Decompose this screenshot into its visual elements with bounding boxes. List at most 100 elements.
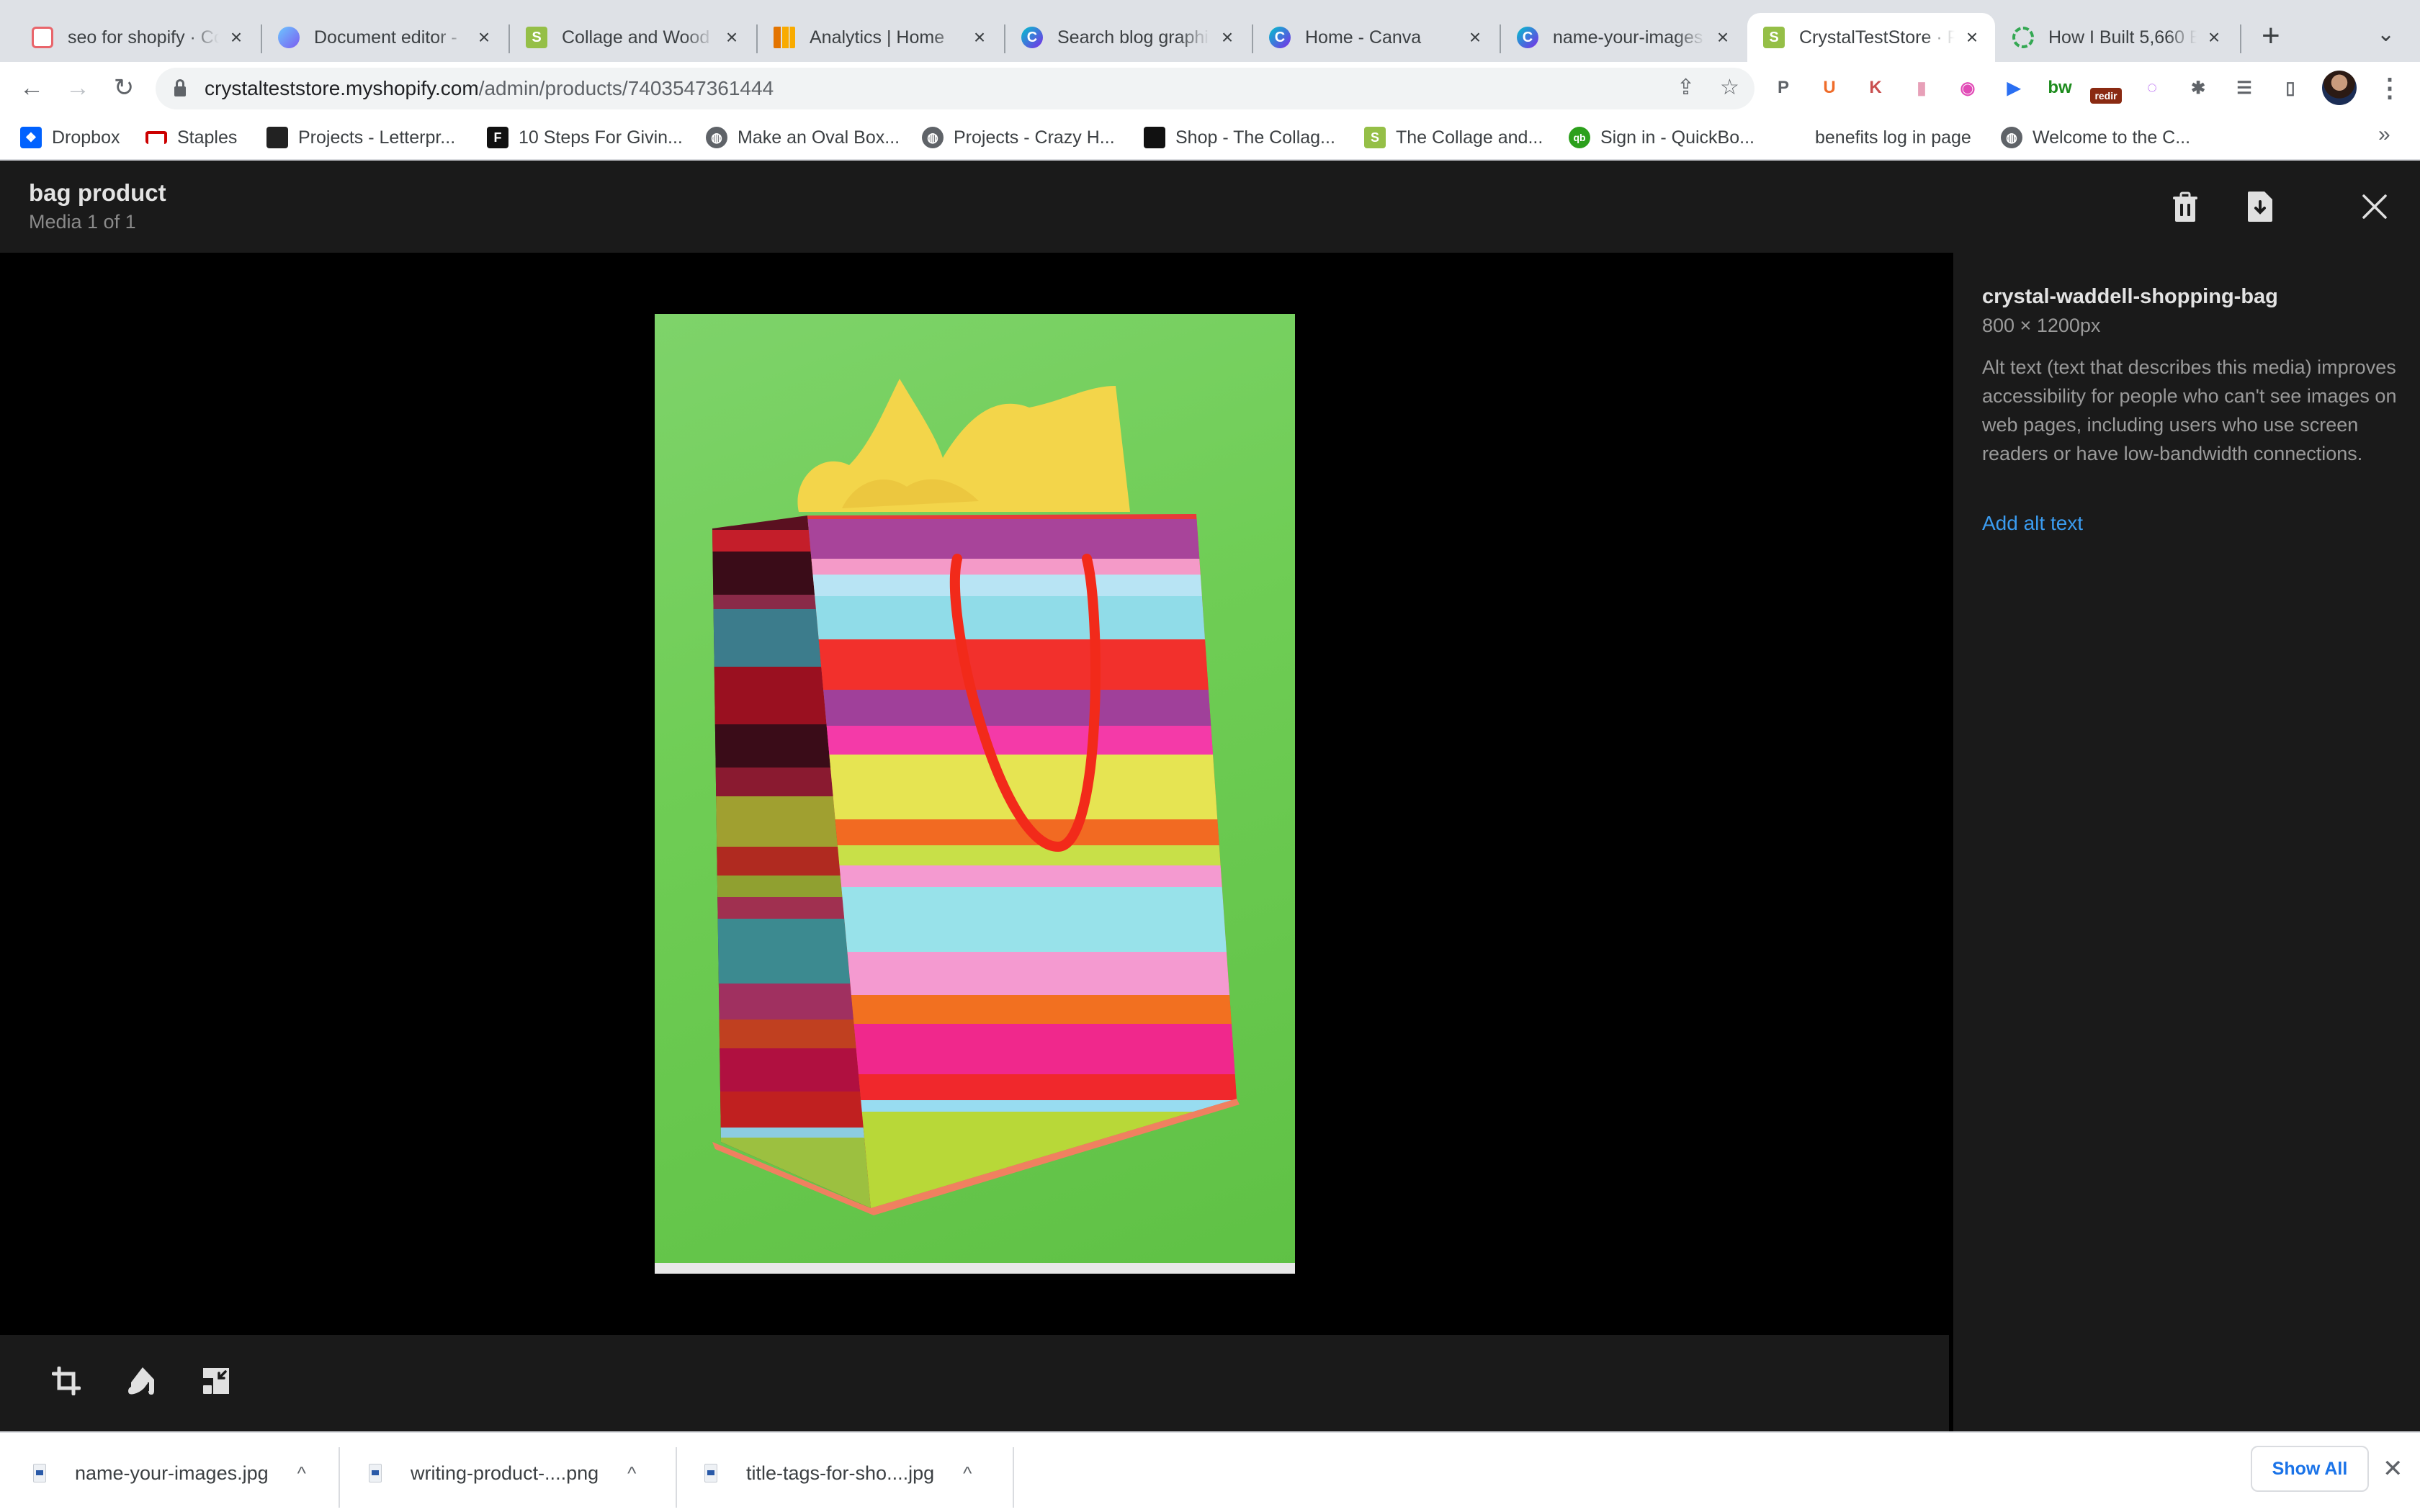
bookmark-item[interactable]: benefits log in page	[1815, 125, 1971, 150]
product-title: bag product	[29, 179, 166, 206]
globe-icon: ◍	[922, 127, 944, 148]
tab-crystalteststore[interactable]: S CrystalTestStore · P ×	[1747, 13, 1995, 62]
side-panel-icon[interactable]: ▯	[2275, 72, 2306, 104]
bookmark-item[interactable]: Projects - Letterpr...	[266, 125, 455, 150]
download-item[interactable]: name-your-images.jpg ^	[33, 1440, 306, 1506]
bookmark-label: Staples	[177, 127, 238, 148]
bookmark-item[interactable]: ◍ Make an Oval Box...	[706, 125, 900, 150]
close-icon	[2362, 194, 2387, 219]
bookmark-label: Shop - The Collag...	[1175, 127, 1335, 148]
arrow-extension-icon[interactable]: ▶	[1998, 72, 2030, 104]
media-control-icon[interactable]: ☰	[2228, 72, 2260, 104]
download-item[interactable]: title-tags-for-sho....jpg ^	[704, 1440, 972, 1506]
bookmark-item[interactable]: Shop - The Collag...	[1144, 125, 1335, 150]
reload-button[interactable]: ↻	[108, 72, 140, 104]
collage-icon	[1144, 127, 1165, 148]
close-tab-icon[interactable]: ×	[969, 26, 990, 49]
tab-home-canva[interactable]: C Home - Canva ×	[1253, 13, 1498, 62]
tab-name-your-images[interactable]: C name-your-images ×	[1501, 13, 1746, 62]
edit-image-button[interactable]	[124, 1364, 158, 1398]
close-tab-icon[interactable]: ×	[474, 26, 494, 49]
bw-extension-icon[interactable]: bw	[2044, 72, 2076, 104]
close-tab-icon[interactable]: ×	[226, 26, 246, 49]
dropbox-icon: ❖	[20, 127, 42, 148]
download-filename: title-tags-for-sho....jpg	[746, 1462, 935, 1484]
tab-title: Home - Canva	[1305, 27, 1422, 48]
url-text[interactable]: crystalteststore.myshopify.com/admin/pro…	[205, 76, 774, 101]
close-tab-icon[interactable]: ×	[1713, 26, 1733, 49]
download-options-caret[interactable]: ^	[297, 1462, 306, 1485]
loading-circle-icon	[2012, 27, 2034, 48]
pinterest-extension-icon[interactable]: P	[1767, 72, 1799, 104]
shopping-bag-illustration	[655, 379, 1295, 1274]
download-item[interactable]: writing-product-....png ^	[369, 1440, 636, 1506]
alt-text-description: Alt text (text that describes this media…	[1982, 356, 2397, 464]
close-tab-icon[interactable]: ×	[1465, 26, 1485, 49]
close-tab-icon[interactable]: ×	[1217, 26, 1237, 49]
bookmarks-bar: ❖ Dropbox Staples Projects - Letterpr... F 10…	[0, 115, 2420, 161]
tab-title: seo for shopify · Co	[68, 27, 219, 48]
new-tab-button[interactable]: +	[2262, 19, 2280, 53]
merlin-extension-icon[interactable]: ◌	[2136, 72, 2168, 104]
media-edit-toolbar	[0, 1335, 1949, 1431]
close-downloads-bar-button[interactable]: ✕	[2383, 1454, 2403, 1483]
bookmark-item[interactable]: ❖ Dropbox	[20, 125, 120, 150]
close-viewer-button[interactable]	[2357, 189, 2392, 224]
show-all-downloads-button[interactable]: Show All	[2251, 1446, 2369, 1492]
bookmark-item[interactable]: ◍ Projects - Crazy H...	[922, 125, 1115, 150]
close-tab-icon[interactable]: ×	[722, 26, 742, 49]
camera-extension-icon[interactable]: ◉	[1952, 72, 1984, 104]
tab-document-editor[interactable]: Document editor - ×	[262, 13, 507, 62]
download-filename: writing-product-....png	[411, 1462, 599, 1484]
bookmark-item[interactable]: ◍ Welcome to the C...	[2001, 125, 2190, 150]
lock-icon[interactable]	[174, 79, 186, 96]
bookmark-label: Projects - Crazy H...	[954, 127, 1115, 148]
download-media-button[interactable]	[2243, 189, 2277, 224]
f-icon: F	[487, 127, 508, 148]
share-icon[interactable]: ⇪	[1677, 75, 1695, 100]
image-file-icon	[704, 1464, 717, 1482]
add-alt-text-link[interactable]: Add alt text	[1982, 512, 2083, 535]
tab-title: Collage and Wood	[562, 27, 710, 48]
bookmark-star-icon[interactable]: ☆	[1720, 75, 1739, 100]
bookmark-item[interactable]: qb Sign in - QuickBo...	[1569, 125, 1754, 150]
bookmark-item[interactable]: S The Collage and...	[1364, 125, 1543, 150]
browser-menu-button[interactable]: ⋮	[2377, 71, 2403, 105]
download-options-caret[interactable]: ^	[963, 1462, 972, 1485]
analytics-doc-icon	[32, 27, 53, 48]
close-tab-icon[interactable]: ×	[2204, 26, 2224, 49]
tab-title: Document editor -	[314, 27, 457, 48]
redirect-extension-icon[interactable]: redir	[2090, 88, 2122, 104]
u-extension-icon[interactable]: U	[1814, 72, 1845, 104]
k-extension-icon[interactable]: K	[1860, 72, 1891, 104]
tab-search-button[interactable]: ⌄	[2377, 22, 2395, 47]
crop-button[interactable]	[49, 1364, 84, 1398]
bookmark-item[interactable]: Staples	[145, 125, 237, 150]
tab-how-i-built[interactable]: How I Built 5,660 B ×	[1996, 13, 2237, 62]
chart-extension-icon[interactable]: ▮	[1906, 72, 1937, 104]
tab-search-blog-graphics[interactable]: C Search blog graphi ×	[1005, 13, 1250, 62]
product-image	[655, 314, 1295, 1274]
delete-media-button[interactable]	[2168, 189, 2202, 224]
media-stage	[0, 253, 1952, 1335]
close-tab-icon[interactable]: ×	[1962, 26, 1982, 49]
profile-avatar[interactable]	[2322, 71, 2357, 105]
tab-analytics-home[interactable]: Analytics | Home ×	[758, 13, 1003, 62]
download-options-caret[interactable]: ^	[627, 1462, 636, 1485]
globe-icon: ◍	[2001, 127, 2022, 148]
puzzle-extensions-icon[interactable]: ✱	[2182, 72, 2214, 104]
bookmarks-overflow-button[interactable]: »	[2378, 122, 2390, 147]
tab-seo-for-shopify[interactable]: seo for shopify · Co ×	[16, 13, 259, 62]
tab-divider	[2240, 24, 2241, 53]
back-button[interactable]: ←	[16, 72, 48, 104]
forward-button[interactable]: →	[62, 72, 94, 104]
download-divider	[339, 1447, 340, 1508]
google-analytics-icon	[774, 27, 795, 48]
address-bar[interactable]: crystalteststore.myshopify.com/admin/pro…	[156, 68, 1754, 109]
resize-image-button[interactable]	[199, 1364, 233, 1398]
shopify-icon: S	[1763, 27, 1785, 48]
bookmark-label: Welcome to the C...	[2033, 127, 2191, 148]
bookmark-item[interactable]: F 10 Steps For Givin...	[487, 125, 683, 150]
image-dimensions: 800 × 1200px	[1982, 315, 2101, 336]
tab-collage-and-wood[interactable]: S Collage and Wood ×	[510, 13, 755, 62]
